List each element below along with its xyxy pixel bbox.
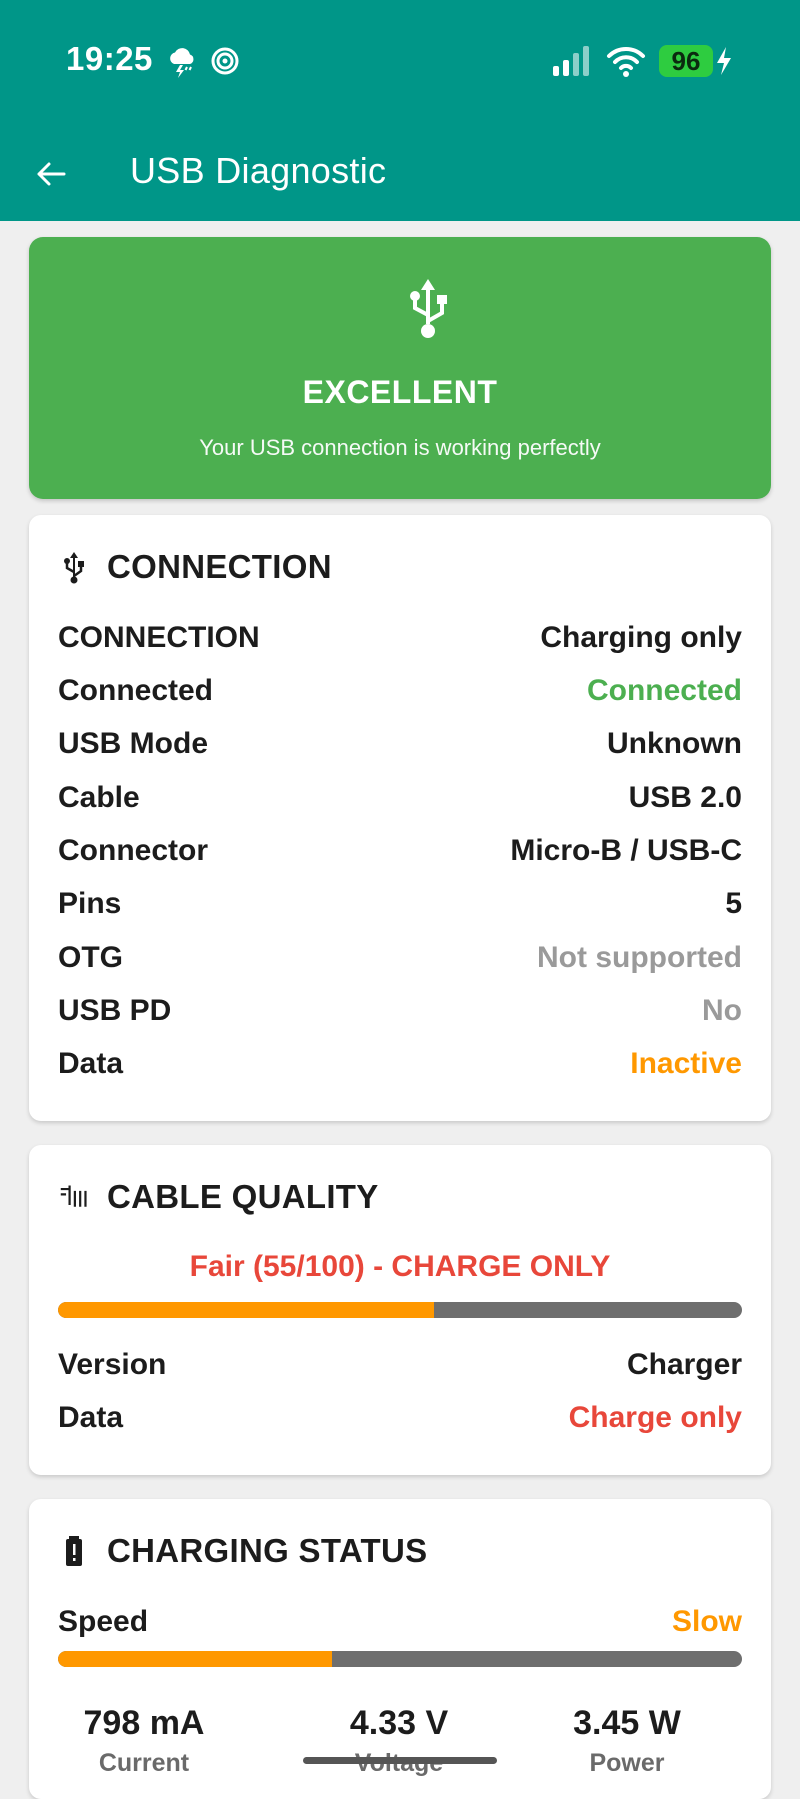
info-row-connected: Connected Connected [58,671,742,711]
charging-status-card-title: CHARGING STATUS [107,1532,428,1569]
info-row-usb-mode: USB Mode Unknown [58,724,742,764]
row-value: Micro-B / USB-C [510,834,742,867]
thunderstorm-icon [170,48,194,78]
info-row-otg: OTG Not supported [58,938,742,978]
connection-card-header: CONNECTION [59,545,332,589]
status-hero-card: EXCELLENT Your USB connection is working… [29,237,771,499]
stat-label: Current [98,1749,190,1777]
usb-icon [410,279,447,338]
row-value: Not supported [537,941,742,974]
cable-icon [60,1185,87,1207]
usb-icon [64,552,84,584]
cable-quality-card-title: CABLE QUALITY [107,1178,379,1215]
cable-quality-progress [58,1302,742,1318]
stat-power: 3.45 W Power [513,1704,741,1778]
app-bar: 19:25 96 USB Diagnostic [0,0,800,221]
info-row-data: Data Inactive [58,1044,742,1084]
info-row-version: Version Charger [58,1345,742,1385]
info-row-connection: CONNECTION Charging only [58,618,742,658]
status-time: 19:25 [66,40,153,77]
page-title: USB Diagnostic [130,150,387,191]
connection-card: CONNECTION CONNECTION Charging only Conn… [29,515,771,1121]
signal-icon [553,46,589,76]
row-value: No [702,994,742,1027]
row-label: CONNECTION [58,621,260,654]
cable-quality-summary: Fair (55/100) - CHARGE ONLY [189,1250,611,1283]
battery-level: 96 [659,45,713,77]
info-row-speed: Speed Slow [58,1602,742,1642]
home-indicator[interactable] [303,1757,497,1764]
connection-card-title: CONNECTION [107,548,332,585]
row-value: Charging only [540,621,742,654]
info-row-data: Data Charge only [58,1398,742,1438]
spiral-icon [211,47,239,75]
cable-quality-card: CABLE QUALITY Fair (55/100) - CHARGE ONL… [29,1145,771,1475]
row-label: Pins [58,887,122,920]
connection-quality-subtitle: Your USB connection is working perfectly [199,435,601,460]
row-value: Charger [626,1348,742,1381]
stat-value: 4.33 V [349,1704,449,1742]
back-arrow-icon[interactable] [34,157,68,191]
stat-voltage: 4.33 V Voltage [285,1704,513,1778]
row-value: 5 [725,887,742,920]
row-value: USB 2.0 [628,781,742,814]
cable-quality-progress-fill [58,1302,435,1318]
wifi-icon [607,46,645,77]
connection-quality-status: EXCELLENT [302,374,498,410]
row-label: Speed [58,1605,149,1638]
row-label: Version [58,1348,167,1381]
row-value: Slow [671,1605,742,1638]
row-value: Inactive [630,1047,742,1080]
info-row-usb-pd: USB PD No [58,991,742,1031]
row-value: Charge only [568,1401,742,1434]
row-label: Data [58,1047,124,1080]
row-label: OTG [58,941,123,974]
row-label: Data [58,1401,124,1434]
row-label: Connected [58,674,214,707]
charging-status-card-header: CHARGING STATUS [59,1529,427,1573]
charging-speed-progress [58,1651,742,1667]
row-label: Connector [58,834,208,867]
stat-current: 798 mA Current [30,1704,258,1778]
row-label: Cable [58,781,140,814]
cable-quality-card-header: CABLE QUALITY [59,1175,379,1219]
charging-status-card: CHARGING STATUS Speed Slow 798 mA Curren… [29,1499,771,1799]
row-value: Unknown [607,727,742,760]
stat-value: 3.45 W [573,1704,681,1742]
stat-label: Power [589,1749,665,1777]
row-label: USB PD [58,994,172,1027]
battery-alert-icon [66,1536,82,1566]
info-row-cable: Cable USB 2.0 [58,778,742,818]
row-value: Connected [586,674,742,707]
stat-value: 798 mA [83,1704,205,1742]
charging-bolt-icon [717,47,731,75]
charging-speed-progress-fill [58,1651,332,1667]
info-row-connector: Connector Micro-B / USB-C [58,831,742,871]
row-label: USB Mode [58,727,208,760]
info-row-pins: Pins 5 [58,884,742,924]
